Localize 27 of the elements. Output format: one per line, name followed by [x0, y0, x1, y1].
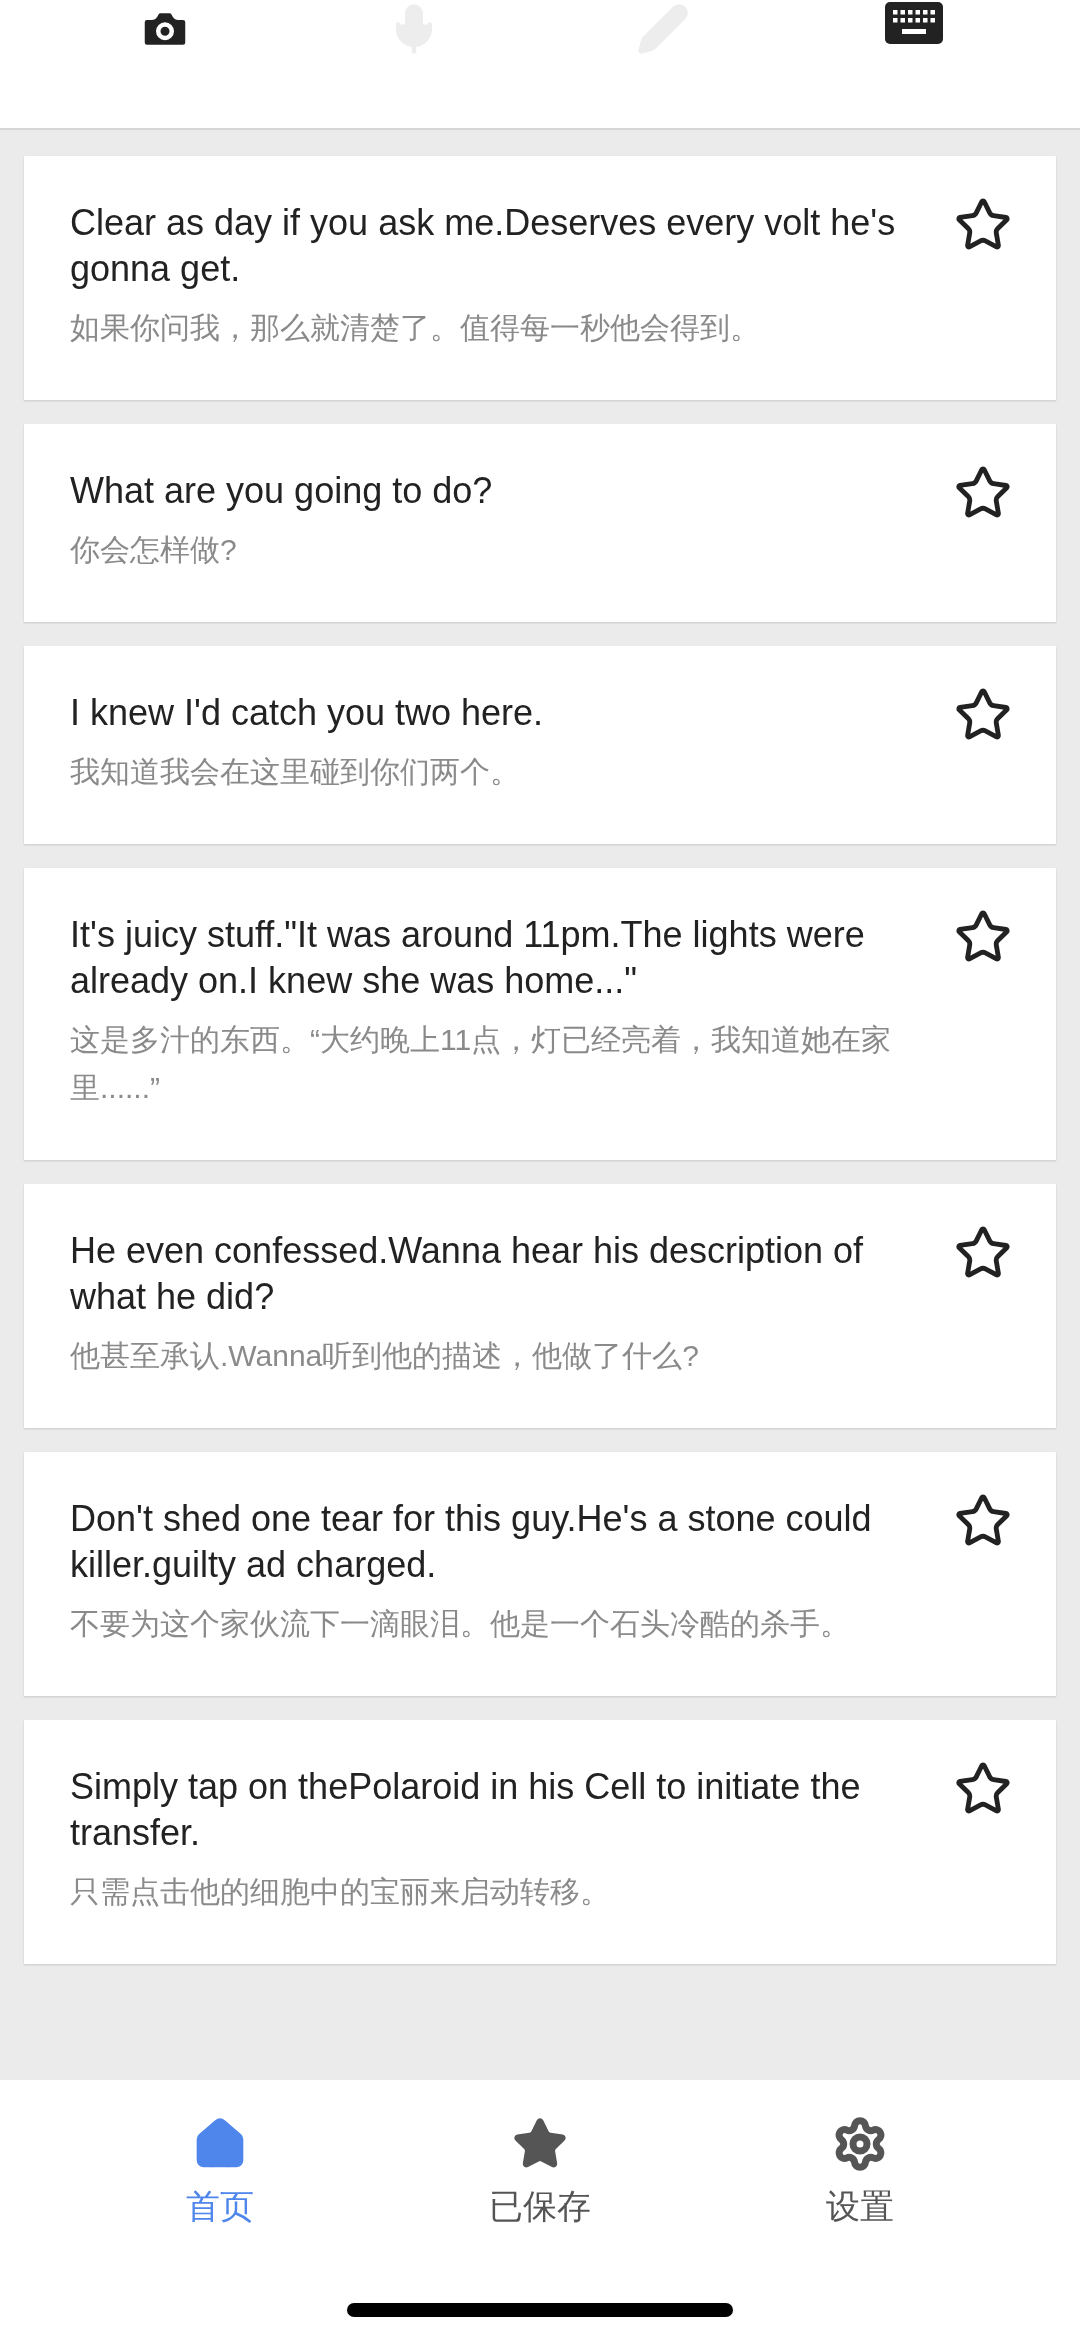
chinese-translation: 如果你问我，那么就清楚了。值得每一秒他会得到。 [70, 310, 761, 346]
tab-bar-item[interactable]: 已保存 [440, 2116, 640, 2226]
phrase-card[interactable]: I knew I'd catch you two here. 我知道我会在这里碰到你们两个。 [24, 646, 1056, 844]
phrase-card[interactable]: Clear as day if you ask me.Deserves every volt he's gonna get. 如果你问我，那么就清楚了。值得每一秒他会得到。 [24, 156, 1056, 400]
english-phrase: Don't shed one tear for this guy.He's a stone could killer.guilty ad charged. [70, 1497, 873, 1587]
phrase-card[interactable]: It's juicy stuff."It was around 11pm.The lights were already on.I knew she was home..." 这是多汁的东西。“大约晚上11点，灯已经亮着，我知道她在家里......” [24, 868, 1056, 1160]
tab-bar-item[interactable]: 设置 [760, 2116, 960, 2226]
english-phrase: Clear as day if you ask me.Deserves every volt he's gonna get. [70, 201, 897, 291]
tab-bar-item[interactable]: 首页 [120, 2116, 320, 2226]
chinese-translation: 这是多汁的东西。“大约晚上11点，灯已经亮着，我知道她在家里......” [70, 1022, 893, 1106]
phrase-card[interactable]: Don't shed one tear for this guy.He's a stone could killer.guilty ad charged. 不要为这个家伙流下一滴眼泪。他是一个石头冷酷的杀手。 [24, 1452, 1056, 1696]
phrase-card[interactable]: He even confessed.Wanna hear his description of what he did? 他甚至承认.Wanna听到他的描述，他做了什么? [24, 1184, 1056, 1428]
chinese-translation: 不要为这个家伙流下一滴眼泪。他是一个石头冷酷的杀手。 [70, 1606, 851, 1642]
english-phrase: It's juicy stuff."It was around 11pm.The lights were already on.I knew she was home..." [70, 913, 866, 1003]
chinese-translation: 我知道我会在这里碰到你们两个。 [70, 754, 521, 790]
phrase-card[interactable]: Simply tap on thePolaroid in his Cell to initiate the transfer. 只需点击他的细胞中的宝丽来启动转移。 [24, 1720, 1056, 1964]
phrase-card[interactable]: What are you going to do? 你会怎样做? [24, 424, 1056, 622]
chinese-translation: 你会怎样做? [70, 532, 238, 568]
english-phrase: I knew I'd catch you two here. [70, 691, 545, 735]
english-phrase: He even confessed.Wanna hear his description of what he did? [70, 1229, 865, 1319]
tab-label: 首页 [186, 2186, 254, 2226]
tab-label: 设置 [826, 2186, 894, 2226]
tab-label: 已保存 [489, 2186, 591, 2226]
chinese-translation: 只需点击他的细胞中的宝丽来启动转移。 [70, 1874, 611, 1910]
english-phrase: What are you going to do? [70, 469, 494, 513]
chinese-translation: 他甚至承认.Wanna听到他的描述，他做了什么? [70, 1338, 700, 1374]
english-phrase: Simply tap on thePolaroid in his Cell to initiate the transfer. [70, 1765, 862, 1855]
